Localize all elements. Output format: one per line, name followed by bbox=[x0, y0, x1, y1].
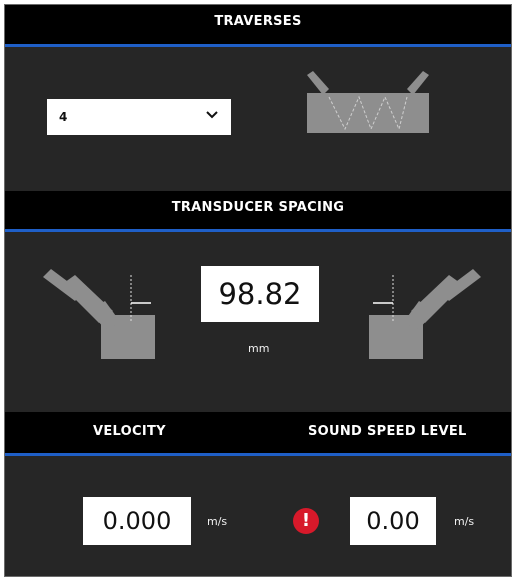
traverses-header: TRAVERSES bbox=[5, 5, 511, 47]
traverse-path-graphic bbox=[307, 71, 429, 133]
velocity-header: VELOCITY SOUND SPEED LEVEL bbox=[5, 412, 511, 456]
settings-panel: TRAVERSES 4 TRANSDUCER SPACING 98.82 mm bbox=[4, 4, 512, 577]
transducer-spacing-unit: mm bbox=[248, 342, 270, 355]
chevron-down-icon bbox=[206, 111, 218, 119]
right-transducer-graphic bbox=[369, 269, 481, 359]
left-transducer-graphic bbox=[43, 269, 155, 359]
sound-speed-level-value[interactable]: 0.00 bbox=[350, 497, 436, 545]
transducer-spacing-header: TRANSDUCER SPACING bbox=[5, 191, 511, 232]
traverses-title: TRAVERSES bbox=[214, 14, 302, 29]
velocity-unit: m/s bbox=[207, 515, 228, 528]
velocity-value[interactable]: 0.000 bbox=[83, 497, 191, 545]
transducer-spacing-title: TRANSDUCER SPACING bbox=[171, 200, 345, 215]
sound-speed-level-unit: m/s bbox=[454, 515, 475, 528]
velocity-title: VELOCITY bbox=[93, 424, 166, 439]
traverses-dropdown[interactable]: 4 bbox=[47, 99, 231, 135]
sound-speed-level-title: SOUND SPEED LEVEL bbox=[308, 424, 467, 439]
traverses-selected-value: 4 bbox=[59, 110, 68, 124]
transducer-spacing-value[interactable]: 98.82 bbox=[201, 266, 319, 322]
exclamation-alert-icon[interactable]: ! bbox=[293, 508, 319, 534]
